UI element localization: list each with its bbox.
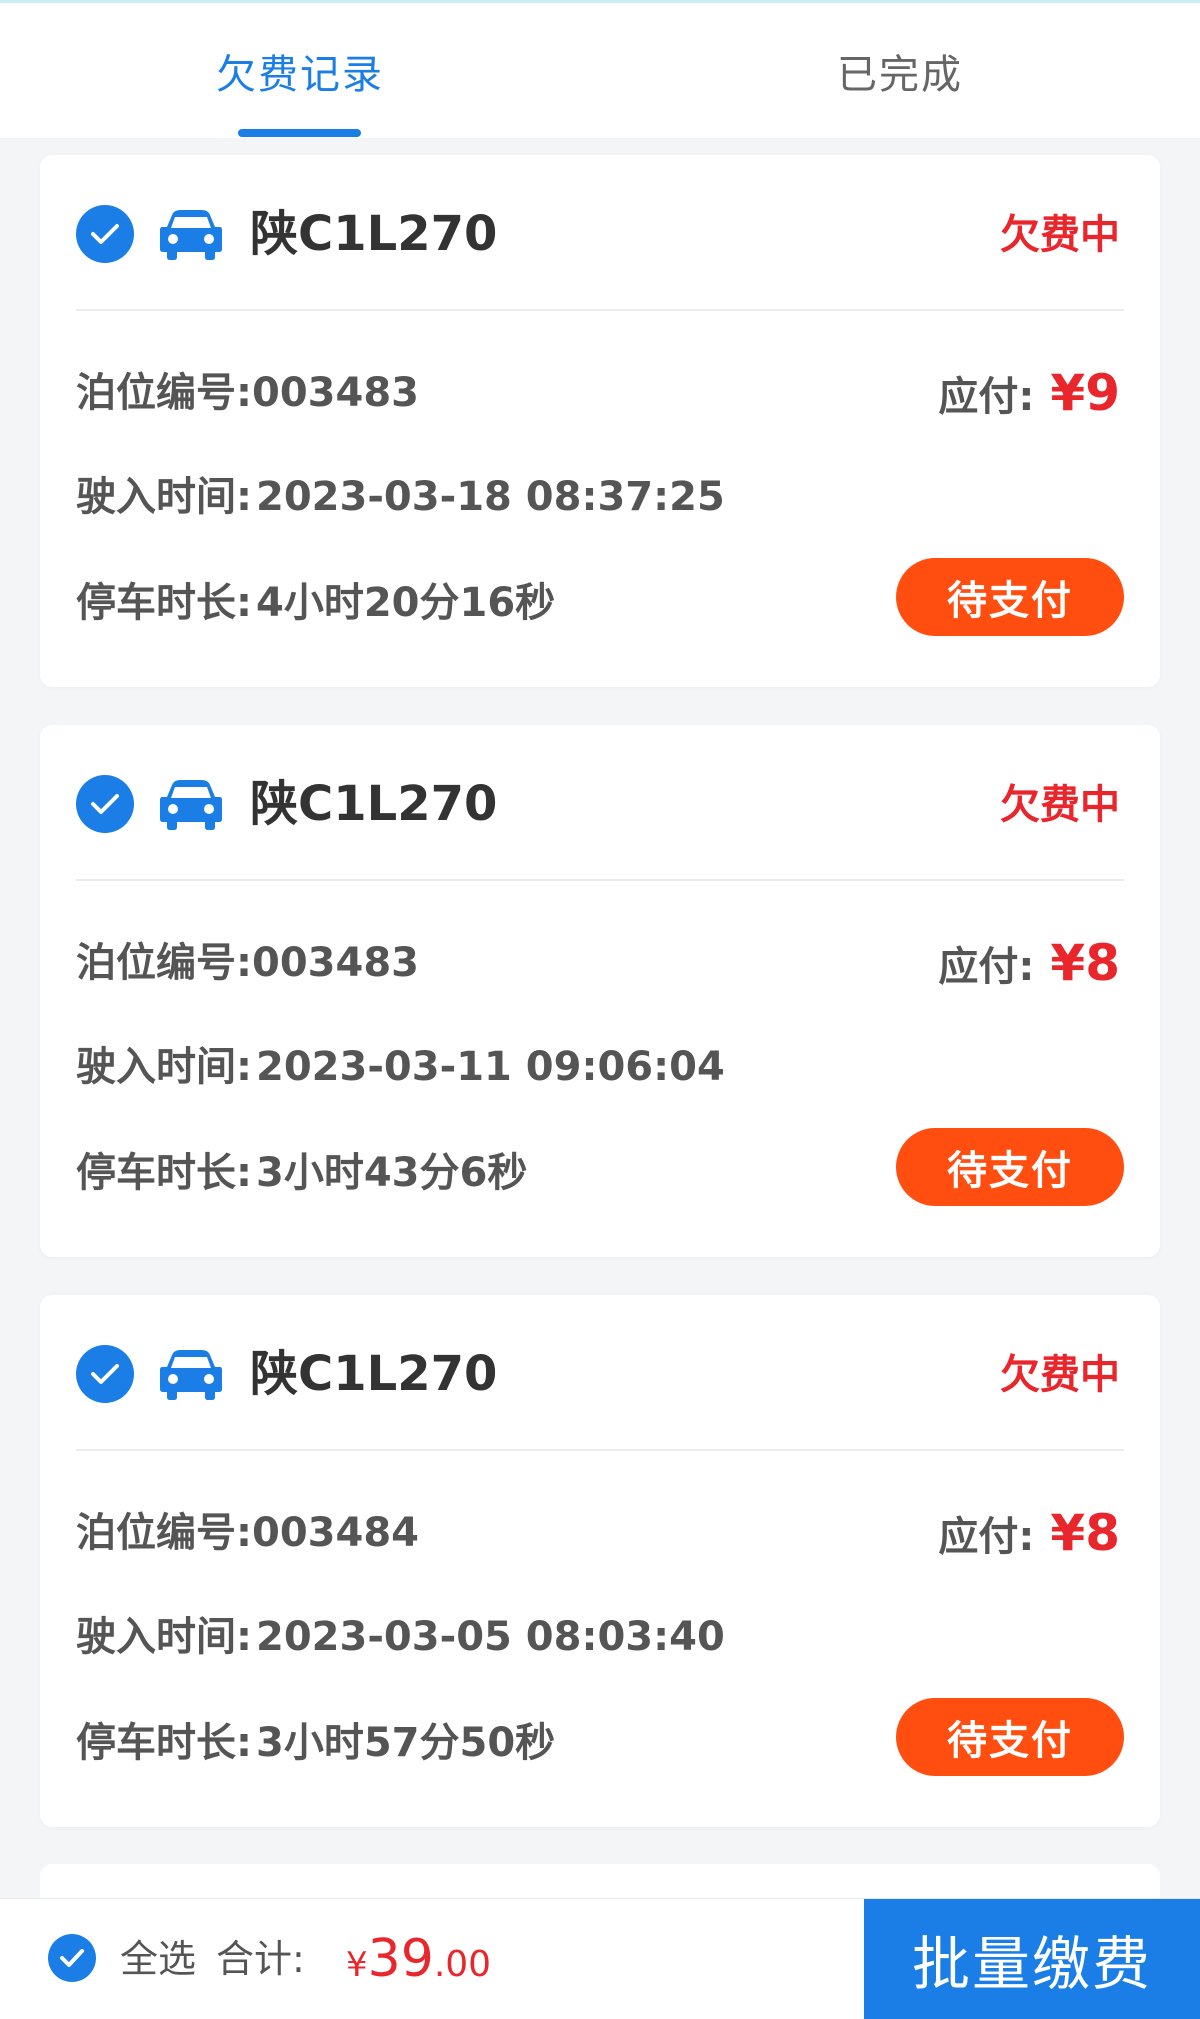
arrears-card: 陕C1L270 欠费中 泊位编号:003483 应付: ¥8 驶入时间: 2023-…: [40, 725, 1160, 1257]
status-badge: 欠费中: [1000, 212, 1120, 258]
total-amount: ¥39.00: [346, 1917, 491, 2001]
duration-label: 停车时长:: [76, 1150, 252, 1196]
batch-pay-button[interactable]: 批量缴费: [864, 1899, 1200, 2019]
berth-label: 泊位编号:: [76, 370, 252, 416]
tab-arrears[interactable]: 欠费记录: [0, 3, 600, 138]
divider: [76, 309, 1124, 311]
select-all-checkbox-icon[interactable]: [48, 1934, 96, 1982]
select-all-label[interactable]: 全选: [120, 1929, 196, 1989]
total-integer: 39: [367, 1929, 434, 1989]
berth-label: 泊位编号:: [76, 1510, 252, 1556]
due-amount-row: 应付: ¥8: [938, 928, 1120, 998]
status-badge: 欠费中: [1000, 782, 1120, 828]
due-amount-row: 应付: ¥9: [938, 358, 1120, 428]
due-amount: ¥8: [1050, 934, 1120, 992]
checkbox-checked-icon[interactable]: [76, 1345, 134, 1403]
footer-bar: 全选 合计: ¥39.00 批量缴费: [0, 1898, 1200, 2019]
arrears-card: 陕C1L270 欠费中 泊位编号:003483 应付: ¥9 驶入时间: 2023-…: [40, 155, 1160, 687]
plate-number: 陕C1L270: [250, 206, 498, 262]
berth-value: 003484: [252, 1510, 419, 1556]
entry-time-value: 2023-03-18 08:37:25: [256, 474, 725, 520]
pay-button[interactable]: 待支付: [896, 1128, 1124, 1206]
arrears-card: 陕C1L270 欠费中 泊位编号:003484 应付: ¥8 驶入时间: 2023-…: [40, 1295, 1160, 1827]
currency-symbol: ¥: [346, 1945, 368, 1985]
checkbox-checked-icon[interactable]: [76, 775, 134, 833]
status-badge: 欠费中: [1000, 1352, 1120, 1398]
berth-label: 泊位编号:: [76, 940, 252, 986]
due-label: 应付:: [938, 374, 1035, 420]
car-icon: [160, 210, 222, 260]
tab-completed[interactable]: 已完成: [600, 3, 1200, 138]
car-icon: [160, 1350, 222, 1400]
divider: [76, 879, 1124, 881]
duration-row: 停车时长: 4小时20分16秒: [76, 573, 555, 633]
car-icon: [160, 780, 222, 830]
entry-time-row: 驶入时间: 2023-03-11 09:06:04: [76, 1037, 725, 1097]
checkbox-checked-icon[interactable]: [76, 205, 134, 263]
active-tab-indicator: [238, 129, 361, 137]
berth-value: 003483: [252, 940, 419, 986]
total-decimal: .00: [433, 1944, 492, 1985]
duration-label: 停车时长:: [76, 1720, 252, 1766]
divider: [76, 1449, 1124, 1451]
due-amount: ¥9: [1050, 364, 1120, 422]
due-amount-row: 应付: ¥8: [938, 1498, 1120, 1568]
total-label: 合计:: [216, 1937, 305, 1981]
plate-number: 陕C1L270: [250, 1346, 498, 1402]
due-label: 应付:: [938, 1514, 1035, 1560]
duration-row: 停车时长: 3小时57分50秒: [76, 1713, 555, 1773]
duration-row: 停车时长: 3小时43分6秒: [76, 1143, 527, 1203]
duration-value: 3小时43分6秒: [256, 1150, 528, 1196]
entry-time-row: 驶入时间: 2023-03-05 08:03:40: [76, 1607, 725, 1667]
due-amount: ¥8: [1050, 1504, 1120, 1562]
entry-time-label: 驶入时间:: [76, 474, 252, 520]
plate-number: 陕C1L270: [250, 776, 498, 832]
duration-value: 4小时20分16秒: [256, 580, 556, 626]
entry-time-label: 驶入时间:: [76, 1614, 252, 1660]
entry-time-value: 2023-03-11 09:06:04: [256, 1044, 725, 1090]
entry-time-label: 驶入时间:: [76, 1044, 252, 1090]
duration-value: 3小时57分50秒: [256, 1720, 556, 1766]
entry-time-value: 2023-03-05 08:03:40: [256, 1614, 725, 1660]
duration-label: 停车时长:: [76, 580, 252, 626]
berth-row: 泊位编号:003484: [76, 1503, 419, 1563]
berth-row: 泊位编号:003483: [76, 363, 419, 423]
entry-time-row: 驶入时间: 2023-03-18 08:37:25: [76, 467, 725, 527]
berth-value: 003483: [252, 370, 419, 416]
due-label: 应付:: [938, 944, 1035, 990]
berth-row: 泊位编号:003483: [76, 933, 419, 993]
pay-button[interactable]: 待支付: [896, 558, 1124, 636]
tab-bar: 欠费记录 已完成: [0, 3, 1200, 138]
pay-button[interactable]: 待支付: [896, 1698, 1124, 1776]
